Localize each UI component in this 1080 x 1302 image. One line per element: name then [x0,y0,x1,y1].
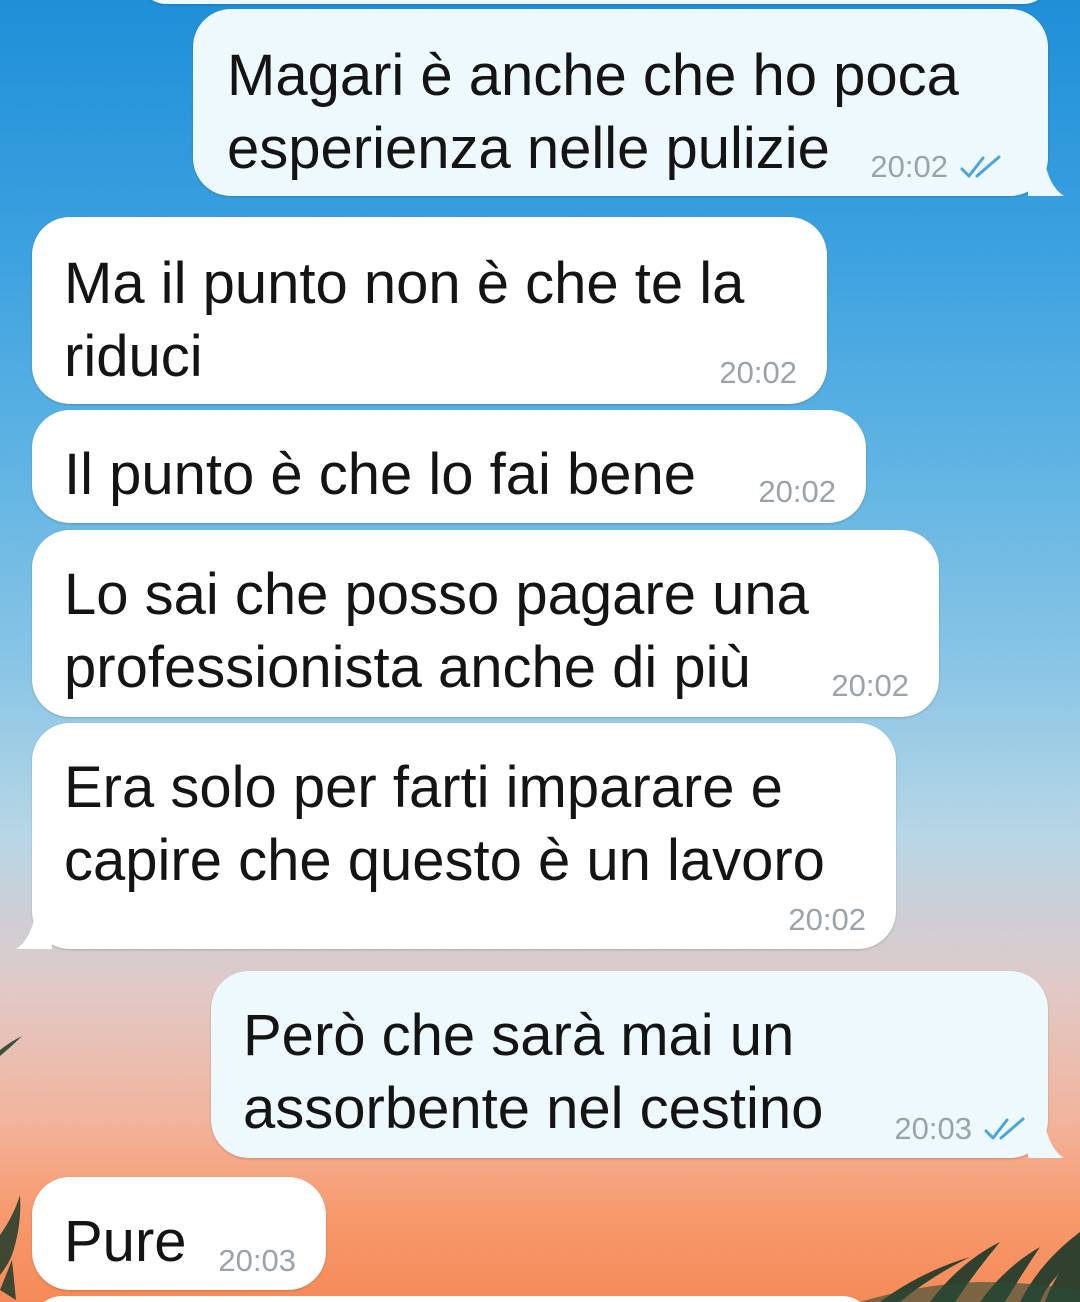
message-text: Magari è anche che ho poca esperienza ne… [227,43,959,181]
message-bubble-incoming[interactable]: Ma il punto non è che te la riduci 20:02 [32,217,827,404]
message-text: Però che sarà mai un assorbente nel cest… [243,1003,824,1141]
message-text: Lo sai che posso pagare una professionis… [64,562,809,700]
message-meta: 20:02 [788,903,866,937]
bubble-tail-incoming [16,909,52,949]
bubble-tail-outgoing [1028,1118,1064,1158]
double-check-icon [984,1117,1025,1140]
message-meta: 20:02 [719,356,797,390]
message-bubble-outgoing[interactable]: Però che sarà mai un assorbente nel cest… [211,971,1048,1158]
message-time: 20:02 [719,355,797,390]
next-message-edge [32,1296,872,1302]
double-check-icon [960,155,1001,178]
message-meta: 20:02 [758,475,836,509]
message-time: 20:02 [870,149,948,184]
previous-message-edge [140,0,1050,4]
message-bubble-incoming[interactable]: Pure 20:03 [32,1177,326,1290]
message-text: Ma il punto non è che te la riduci [64,251,745,389]
message-time: 20:03 [894,1111,972,1146]
message-time: 20:02 [758,474,836,509]
message-bubble-incoming[interactable]: Il punto è che lo fai bene 20:02 [32,410,866,523]
message-text: Il punto è che lo fai bene [64,442,697,507]
message-meta: 20:03 [894,1112,1028,1146]
message-text: Era solo per farti imparare e capire che… [64,755,825,893]
message-text: Pure [64,1209,187,1274]
bubble-tail-outgoing [1028,156,1064,196]
message-time: 20:03 [218,1243,296,1278]
message-time: 20:02 [788,902,866,937]
message-bubble-incoming[interactable]: Era solo per farti imparare e capire che… [32,723,896,949]
message-meta: 20:02 [831,669,909,703]
message-meta: 20:03 [218,1244,296,1278]
message-bubble-incoming[interactable]: Lo sai che posso pagare una professionis… [32,530,939,717]
message-bubble-outgoing[interactable]: Magari è anche che ho poca esperienza ne… [193,9,1048,196]
message-meta: 20:02 [870,150,1004,184]
message-time: 20:02 [831,668,909,703]
